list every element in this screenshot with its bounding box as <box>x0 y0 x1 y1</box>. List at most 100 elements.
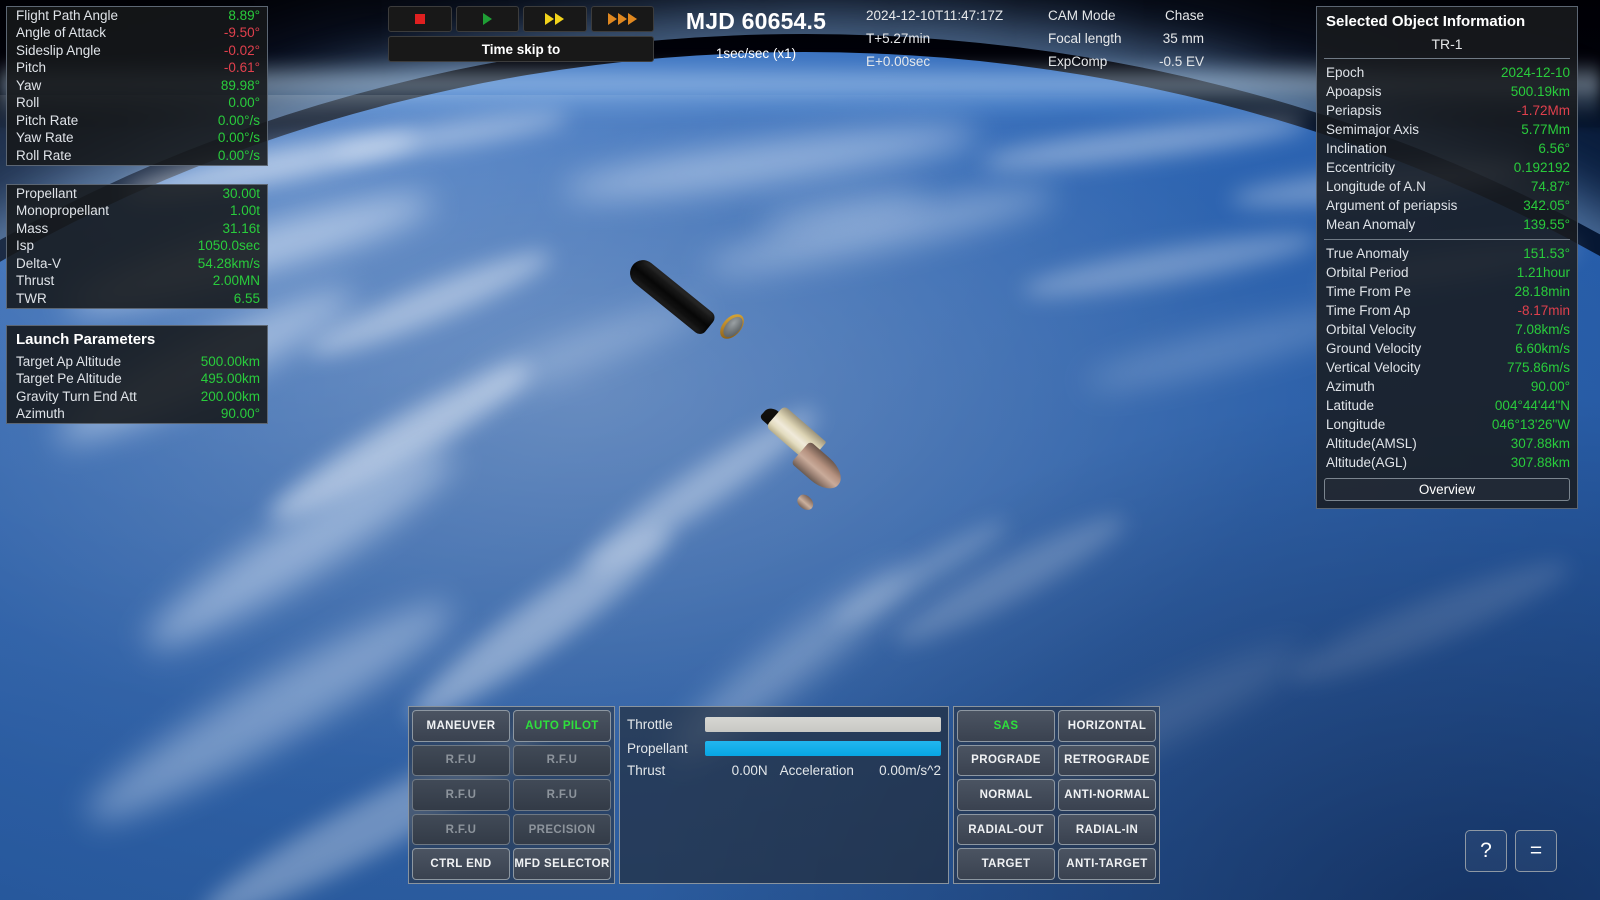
table-row: Time From Ap -8.17min <box>1317 301 1577 320</box>
table-row: CAM Mode Chase <box>1048 8 1204 23</box>
table-row: Semimajor Axis 5.77Mm <box>1317 120 1577 139</box>
table-row: Focal length 35 mm <box>1048 31 1204 46</box>
fastest-forward-button[interactable] <box>590 6 654 32</box>
rfu-button-3[interactable]: R.F.U <box>412 779 510 811</box>
radial-out-button[interactable]: RADIAL-OUT <box>957 813 1055 846</box>
normal-button[interactable]: NORMAL <box>957 779 1055 811</box>
table-row: Time From Pe 28.18min <box>1317 282 1577 301</box>
thrust-value: 0.00N <box>731 763 768 778</box>
table-row: Roll 0.00° <box>7 95 267 113</box>
table-row: Longitude 046°13'26"W <box>1317 415 1577 434</box>
payload-nose-tip <box>794 492 817 513</box>
play-button[interactable] <box>455 6 519 32</box>
row-label: Focal length <box>1048 31 1122 46</box>
row-label: Thrust <box>16 273 55 288</box>
throttle-slider[interactable] <box>705 717 941 732</box>
row-value: -0.61° <box>223 60 260 75</box>
row-label: Orbital Velocity <box>1326 321 1417 337</box>
table-row: Angle of Attack -9.50° <box>7 25 267 43</box>
row-label: Target Pe Altitude <box>16 371 122 386</box>
maneuver-button[interactable]: MANEUVER <box>412 710 510 742</box>
table-row: Apoapsis 500.19km <box>1317 82 1577 101</box>
row-value: 0.00°/s <box>217 112 260 128</box>
row-value: 28.18min <box>1514 283 1570 299</box>
table-row: Target Ap Altitude 500.00km <box>7 353 267 371</box>
acceleration-label: Acceleration <box>779 763 854 778</box>
precision-button[interactable]: PRECISION <box>513 813 611 846</box>
target-button[interactable]: TARGET <box>957 848 1055 880</box>
time-skip-to-button[interactable]: Time skip to <box>388 36 654 62</box>
row-label: Semimajor Axis <box>1326 121 1420 137</box>
rfu-button-5[interactable]: R.F.U <box>412 813 510 846</box>
table-row: Thrust 2.00MN <box>7 273 267 291</box>
table-row: Roll Rate 0.00°/s <box>7 147 267 165</box>
rfu-button-1[interactable]: R.F.U <box>412 744 510 777</box>
row-label: Altitude(AMSL) <box>1326 435 1417 451</box>
row-label: ExpComp <box>1048 54 1108 69</box>
mission-elapsed-time: T+5.27min <box>866 31 931 46</box>
row-value: 495.00km <box>200 371 260 386</box>
row-label: Azimuth <box>16 406 65 421</box>
ctrl-end-button[interactable]: CTRL END <box>412 848 510 880</box>
rfu-button-2[interactable]: R.F.U <box>513 744 611 777</box>
row-value: 1.21hour <box>1516 264 1570 280</box>
overview-button[interactable]: Overview <box>1324 478 1570 501</box>
row-label: Apoapsis <box>1326 83 1382 99</box>
row-value: 31.16t <box>222 220 260 236</box>
pause-button[interactable] <box>388 6 452 32</box>
mfd-selector-button[interactable]: MFD SELECTOR <box>513 848 611 880</box>
acceleration-value: 0.00m/s^2 <box>879 763 941 778</box>
row-label: Isp <box>16 238 35 253</box>
row-value: 6.60km/s <box>1515 340 1570 356</box>
anti-target-button[interactable]: ANTI-TARGET <box>1058 848 1156 880</box>
row-value: 500.00km <box>200 353 260 369</box>
row-value: Chase <box>1164 8 1204 23</box>
event-elapsed-time: E+0.00sec <box>866 54 931 69</box>
row-value: 8.89° <box>228 7 260 23</box>
retrograde-button[interactable]: RETROGRADE <box>1058 744 1156 777</box>
row-label: Roll <box>16 95 40 110</box>
help-icon-button[interactable]: ? <box>1465 830 1507 872</box>
mjd-value: MJD 60654.5 <box>685 8 827 34</box>
throttle-row: Throttle <box>627 715 941 734</box>
table-row: Altitude(AGL) 307.88km <box>1317 453 1577 472</box>
row-value: 046°13'26"W <box>1491 416 1570 432</box>
prograde-button[interactable]: PROGRADE <box>957 744 1055 777</box>
row-label: Orbital Period <box>1326 264 1409 280</box>
radial-in-button[interactable]: RADIAL-IN <box>1058 813 1156 846</box>
table-row: Epoch 2024-12-10 <box>1317 63 1577 82</box>
row-label: CAM Mode <box>1048 8 1116 23</box>
table-row: Gravity Turn End Att 200.00km <box>7 388 267 406</box>
row-value: 2.00MN <box>212 273 260 288</box>
row-label: Delta-V <box>16 255 62 271</box>
attitude-panel: Flight Path Angle 8.89° Angle of Attack -9… <box>6 6 268 166</box>
horizontal-button[interactable]: HORIZONTAL <box>1058 710 1156 742</box>
booster-hull <box>624 254 718 337</box>
propellant-label: Propellant <box>627 741 688 756</box>
row-value: 139.55° <box>1523 216 1570 232</box>
table-row: Vertical Velocity 775.86m/s <box>1317 358 1577 377</box>
payload-stage[interactable] <box>756 404 852 518</box>
row-label: Ground Velocity <box>1326 340 1422 356</box>
engine-telemetry-panel: Throttle Propellant Thrust 0.00N Acceler… <box>619 706 949 884</box>
row-value: 54.28km/s <box>197 255 260 271</box>
sas-button[interactable]: SAS <box>957 710 1055 742</box>
booster-stage[interactable] <box>624 252 749 343</box>
rfu-button-4[interactable]: R.F.U <box>513 779 611 811</box>
camera-info-block: CAM Mode Chase Focal length 35 mm ExpComp -… <box>1048 8 1204 77</box>
row-value: 0.00° <box>228 95 260 110</box>
menu-icon-button[interactable]: = <box>1515 830 1557 872</box>
panel-title: Selected Object Information <box>1326 13 1526 30</box>
fast-forward-button[interactable] <box>523 6 587 32</box>
auto-pilot-button[interactable]: AUTO PILOT <box>513 710 611 742</box>
table-row: Yaw Rate 0.00°/s <box>7 130 267 148</box>
row-value: 74.87° <box>1530 178 1570 194</box>
divider <box>1324 58 1570 59</box>
row-label: Altitude(AGL) <box>1326 454 1408 470</box>
launch-parameter-rows: Target Ap Altitude 500.00km Target Pe Alt… <box>7 353 267 423</box>
row-value: 307.88km <box>1510 435 1570 451</box>
row-value: 1.00t <box>229 203 260 218</box>
mission-time-block: 2024-12-10T11:47:17Z T+5.27min E+0.00sec <box>866 8 1003 77</box>
table-row: Latitude 004°44'44"N <box>1317 396 1577 415</box>
anti-normal-button[interactable]: ANTI-NORMAL <box>1058 779 1156 811</box>
